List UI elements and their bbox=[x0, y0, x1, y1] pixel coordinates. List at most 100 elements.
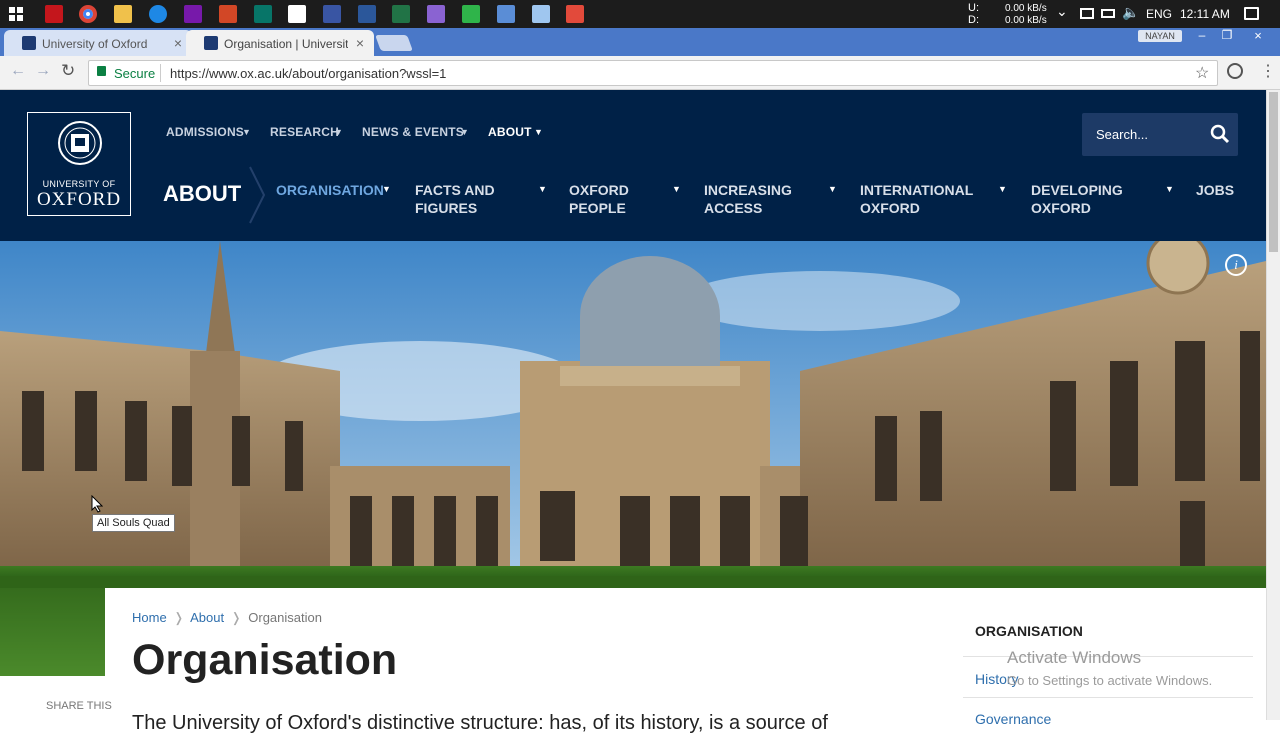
bookmark-star-icon[interactable]: ☆ bbox=[1195, 63, 1209, 83]
action-center-icon[interactable] bbox=[1244, 7, 1259, 20]
tab-organisation[interactable]: Organisation | University × bbox=[186, 30, 374, 56]
onenote-icon[interactable] bbox=[184, 5, 202, 23]
publisher-icon[interactable] bbox=[254, 5, 272, 23]
subnav-international-oxford[interactable]: INTERNATIONAL OXFORD bbox=[860, 181, 973, 217]
store-icon[interactable] bbox=[288, 5, 306, 23]
oxford-logo[interactable]: UNIVERSITY OF OXFORD bbox=[27, 112, 131, 216]
address-bar[interactable]: Secure https://www.ox.ac.uk/about/organi… bbox=[88, 60, 1218, 86]
sidebar-title: ORGANISATION bbox=[975, 623, 1083, 639]
breadcrumb-current: Organisation bbox=[248, 610, 322, 625]
hero-tooltip: All Souls Quad bbox=[92, 514, 175, 532]
oxford-favicon-icon bbox=[22, 36, 36, 50]
search-input[interactable]: Search... bbox=[1096, 127, 1148, 142]
share-label: SHARE THIS bbox=[46, 700, 112, 712]
nav-admissions[interactable]: ADMISSIONS bbox=[166, 125, 244, 139]
subnav-organisation[interactable]: ORGANISATION bbox=[276, 181, 384, 199]
section-divider-chevron bbox=[249, 166, 266, 224]
subnav-facts-and-figures[interactable]: FACTS AND FIGURES bbox=[415, 181, 495, 217]
network-down-label: D: bbox=[968, 14, 979, 26]
intro-text: The University of Oxford's distinctive s… bbox=[132, 712, 828, 734]
hero-image: i All Souls Quad bbox=[0, 241, 1266, 588]
subnav-increasing-access[interactable]: INCREASING ACCESS bbox=[704, 181, 792, 217]
section-title: ABOUT bbox=[163, 181, 242, 206]
breadcrumb-about[interactable]: About bbox=[190, 610, 224, 625]
url-separator bbox=[160, 64, 161, 82]
chevron-down-icon: ▼ bbox=[538, 184, 547, 194]
close-tab-icon[interactable]: × bbox=[174, 35, 182, 51]
url-text[interactable]: https://www.ox.ac.uk/about/organisation?… bbox=[170, 66, 446, 81]
file-explorer-icon[interactable] bbox=[114, 5, 132, 23]
sidebar-item-governance[interactable]: Governance bbox=[975, 711, 1051, 727]
nav-research[interactable]: RESEARCH bbox=[270, 125, 339, 139]
paint-icon[interactable] bbox=[427, 5, 445, 23]
network-up-rate: 0.00 kB/s bbox=[1005, 3, 1047, 14]
restore-button[interactable]: ❐ bbox=[1215, 28, 1239, 46]
back-button[interactable]: ← bbox=[10, 62, 26, 80]
powerpoint-icon[interactable] bbox=[219, 5, 237, 23]
site-header: UNIVERSITY OF OXFORD ADMISSIONS ▼ RESEAR… bbox=[0, 90, 1266, 241]
nav-news-events[interactable]: NEWS & EVENTS bbox=[362, 125, 464, 139]
battery-icon[interactable] bbox=[1101, 9, 1115, 18]
page-scrollbar[interactable] bbox=[1266, 90, 1280, 720]
mouse-cursor-icon bbox=[91, 495, 103, 513]
search-icon[interactable] bbox=[1210, 124, 1230, 144]
chevron-down-icon: ▼ bbox=[828, 184, 837, 194]
chevron-down-icon: ▼ bbox=[382, 184, 391, 194]
close-window-button[interactable]: × bbox=[1240, 28, 1276, 46]
oxford-favicon-icon bbox=[204, 36, 218, 50]
chevron-down-icon: ▼ bbox=[672, 184, 681, 194]
acrobat-icon[interactable] bbox=[45, 5, 63, 23]
lock-icon bbox=[97, 66, 106, 76]
info-icon[interactable]: i bbox=[1225, 254, 1247, 276]
reload-button[interactable]: ↻ bbox=[61, 61, 75, 81]
logo-line2: OXFORD bbox=[36, 189, 122, 210]
watermark-line2: Go to Settings to activate Windows. bbox=[1007, 673, 1213, 688]
browser-tab-strip: University of Oxford × Organisation | Un… bbox=[0, 28, 1280, 56]
search-box[interactable]: Search... bbox=[1082, 113, 1238, 156]
breadcrumb-home[interactable]: Home bbox=[132, 610, 167, 625]
subnav-developing-oxford[interactable]: DEVELOPING OXFORD bbox=[1031, 181, 1123, 217]
secure-label: Secure bbox=[114, 66, 156, 81]
forward-button[interactable]: → bbox=[35, 62, 51, 80]
language-indicator[interactable]: ENG bbox=[1146, 8, 1172, 20]
hero-illustration bbox=[0, 241, 1266, 588]
volume-icon[interactable]: 🔈 bbox=[1122, 5, 1139, 19]
chrome-icon[interactable] bbox=[79, 5, 97, 23]
network-down-rate: 0.00 kB/s bbox=[1005, 15, 1047, 26]
logo-line1: UNIVERSITY OF bbox=[42, 179, 116, 189]
speedometer-extension-icon[interactable] bbox=[1227, 63, 1243, 79]
visio-icon[interactable] bbox=[323, 5, 341, 23]
network-up-label: U: bbox=[968, 2, 979, 14]
new-tab-button[interactable] bbox=[375, 35, 413, 51]
word-icon[interactable] bbox=[358, 5, 376, 23]
menu-kebab-icon[interactable]: ⋮ bbox=[1260, 61, 1276, 81]
windows-activation-watermark: Activate Windows Go to Settings to activ… bbox=[1007, 648, 1212, 688]
clock[interactable]: 12:11 AM bbox=[1180, 8, 1230, 20]
chevron-down-icon: ▼ bbox=[334, 127, 343, 137]
close-tab-icon[interactable]: × bbox=[356, 35, 364, 51]
settings-app-icon[interactable] bbox=[497, 5, 515, 23]
chevron-down-icon: ▼ bbox=[534, 127, 543, 137]
windows-start-icon[interactable] bbox=[9, 7, 23, 21]
page-title: Organisation bbox=[132, 636, 398, 684]
recorder-icon[interactable] bbox=[566, 5, 584, 23]
network-icon[interactable] bbox=[1080, 8, 1094, 19]
minimize-button[interactable]: – bbox=[1190, 28, 1214, 46]
scrollbar-thumb[interactable] bbox=[1269, 92, 1278, 252]
subnav-jobs[interactable]: JOBS bbox=[1196, 181, 1234, 199]
subnav-oxford-people[interactable]: OXFORD PEOPLE bbox=[569, 181, 629, 217]
tab-university-of-oxford[interactable]: University of Oxford × bbox=[4, 30, 192, 56]
chevron-up-icon[interactable]: ⌄ bbox=[1056, 4, 1068, 18]
nav-about[interactable]: ABOUT bbox=[488, 125, 532, 139]
excel-icon[interactable] bbox=[392, 5, 410, 23]
browser-toolbar: ← → ↻ Secure https://www.ox.ac.uk/about/… bbox=[0, 56, 1280, 90]
profile-badge[interactable]: NAYAN bbox=[1138, 30, 1182, 42]
chevron-down-icon: ▼ bbox=[998, 184, 1007, 194]
breadcrumb-separator-icon: ❭ bbox=[230, 610, 242, 625]
camtasia-icon[interactable] bbox=[462, 5, 480, 23]
chevron-down-icon: ▼ bbox=[1165, 184, 1174, 194]
notepad-icon[interactable] bbox=[532, 5, 550, 23]
chevron-down-icon: ▼ bbox=[242, 127, 251, 137]
edge-icon[interactable] bbox=[149, 5, 167, 23]
watermark-line1: Activate Windows bbox=[1007, 648, 1142, 667]
